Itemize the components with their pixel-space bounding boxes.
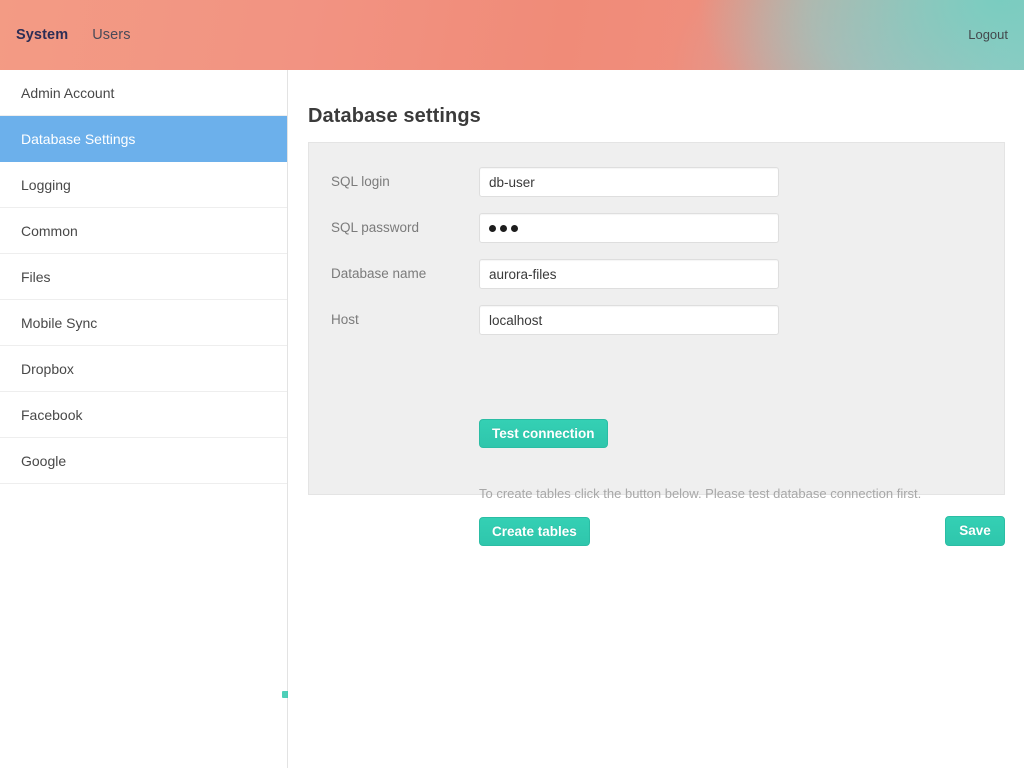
header-inner: System Users Logout bbox=[0, 0, 1024, 70]
sidebar-item-google[interactable]: Google bbox=[0, 438, 287, 484]
form-row-sql-login: SQL login bbox=[309, 167, 1004, 197]
sidebar-item-logging[interactable]: Logging bbox=[0, 162, 287, 208]
sql-login-input[interactable] bbox=[479, 167, 779, 197]
sql-login-label: SQL login bbox=[331, 174, 390, 189]
sql-password-input[interactable] bbox=[479, 213, 779, 243]
settings-sidebar: Admin Account Database Settings Logging … bbox=[0, 70, 288, 768]
nav-item-users[interactable]: Users bbox=[92, 25, 130, 45]
main-content: Database settings SQL login SQL password… bbox=[288, 70, 1024, 768]
sidebar-item-files[interactable]: Files bbox=[0, 254, 287, 300]
page-title: Database settings bbox=[308, 105, 481, 127]
database-settings-panel: SQL login SQL password Database name Hos… bbox=[308, 142, 1005, 546]
logout-link[interactable]: Logout bbox=[968, 25, 1008, 45]
top-header-bar: System Users Logout bbox=[0, 0, 1024, 70]
save-button[interactable]: Save bbox=[945, 516, 1005, 546]
password-mask-dot bbox=[500, 224, 507, 232]
create-tables-button[interactable]: Create tables bbox=[479, 517, 590, 546]
sidebar-item-facebook[interactable]: Facebook bbox=[0, 392, 287, 438]
password-mask-dot bbox=[489, 224, 496, 232]
sidebar-item-database-settings[interactable]: Database Settings bbox=[0, 116, 287, 162]
sidebar-list: Admin Account Database Settings Logging … bbox=[0, 70, 287, 484]
sidebar-item-common[interactable]: Common bbox=[0, 208, 287, 254]
form-row-database-name: Database name bbox=[309, 259, 1004, 289]
sql-password-label: SQL password bbox=[331, 220, 420, 235]
test-connection-button[interactable]: Test connection bbox=[479, 419, 608, 448]
database-name-input[interactable] bbox=[479, 259, 779, 289]
create-tables-hint: To create tables click the button below.… bbox=[479, 486, 922, 501]
form-row-sql-password: SQL password bbox=[309, 213, 1004, 243]
host-label: Host bbox=[331, 312, 359, 327]
database-name-label: Database name bbox=[331, 266, 427, 281]
sidebar-item-dropbox[interactable]: Dropbox bbox=[0, 346, 287, 392]
host-input[interactable] bbox=[479, 305, 779, 335]
nav-item-system[interactable]: System bbox=[16, 25, 68, 45]
main-navigation: System Users bbox=[16, 25, 131, 45]
app-root: System Users Logout Admin Account Databa… bbox=[0, 0, 1024, 768]
sidebar-item-mobile-sync[interactable]: Mobile Sync bbox=[0, 300, 287, 346]
form-row-host: Host bbox=[309, 305, 1004, 335]
password-mask-dot bbox=[511, 224, 518, 232]
sidebar-item-admin-account[interactable]: Admin Account bbox=[0, 70, 287, 116]
